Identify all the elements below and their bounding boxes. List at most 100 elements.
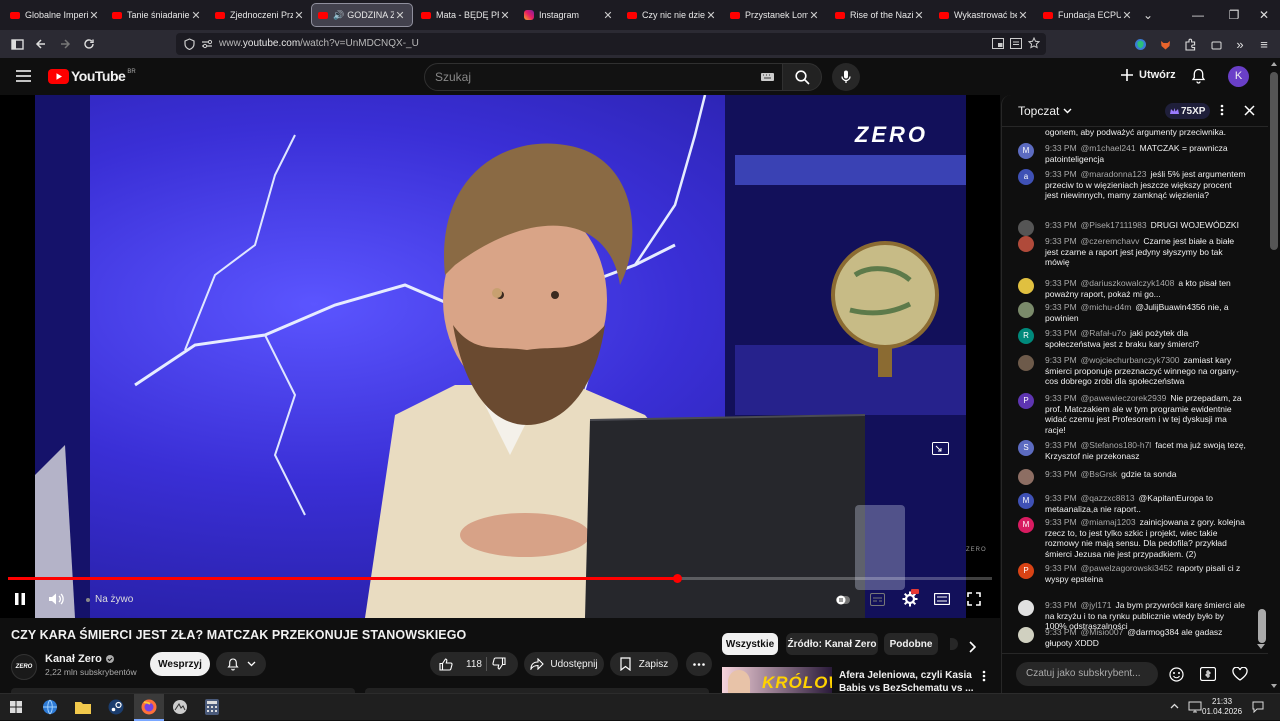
chat-author-avatar[interactable] <box>1018 302 1034 318</box>
chat-message[interactable]: 9:33 PM @Misio007 @darmog384 ale gadasz gł… <box>1018 627 1246 648</box>
chat-message[interactable]: 9:33 PM @wojciechurbanczyk7300 zamiast kar… <box>1018 355 1246 387</box>
bookmark-star-icon[interactable] <box>1028 37 1040 49</box>
progress-track[interactable] <box>8 577 992 580</box>
filter-chip[interactable]: Podobne <box>884 633 938 655</box>
browser-tab[interactable]: Fundacja ECPU Po✕ <box>1037 3 1139 27</box>
chat-author-name[interactable]: @qazzxc8813 <box>1081 493 1135 503</box>
forward-button[interactable] <box>55 34 75 54</box>
scroll-down-arrow-icon[interactable] <box>1271 684 1277 688</box>
chat-author-name[interactable]: @Stefanos180-h7l <box>1081 440 1152 450</box>
chat-author-avatar[interactable] <box>1018 236 1034 252</box>
chat-message[interactable]: 9:33 PM @Pisek17111983 DRUGI WOJEWÓDZKI <box>1018 220 1246 236</box>
chat-author-name[interactable]: @Rafał-u7o <box>1081 328 1126 338</box>
chat-author-name[interactable]: @Misio007 <box>1081 627 1124 637</box>
video-player[interactable]: ZERO ZERO Na żywo <box>0 95 1000 618</box>
browser-tab[interactable]: Zjednoczeni Przec✕ <box>209 3 311 27</box>
picture-in-picture-icon[interactable] <box>992 38 1004 49</box>
close-tab-icon[interactable]: ✕ <box>190 9 202 22</box>
back-button[interactable] <box>31 34 51 54</box>
close-tab-icon[interactable]: ✕ <box>499 9 511 22</box>
chat-author-name[interactable]: @maradonna123 <box>1081 169 1147 179</box>
browser-tab[interactable]: 🔊GODZINA ZER✕ <box>311 3 413 27</box>
chat-author-name[interactable]: @pawewieczorek2939 <box>1081 393 1167 403</box>
extension-counter-icon[interactable] <box>1206 34 1226 54</box>
extensions-puzzle-icon[interactable] <box>1180 34 1200 54</box>
chat-author-avatar[interactable]: S <box>1018 440 1034 456</box>
search-button[interactable] <box>782 63 822 91</box>
volume-button[interactable] <box>48 592 65 606</box>
chat-mode-dropdown[interactable]: Topczat <box>1018 104 1072 118</box>
chat-author-avatar[interactable]: P <box>1018 563 1034 579</box>
extension-fox-icon[interactable] <box>1155 34 1175 54</box>
chat-message[interactable]: S 9:33 PM @Stefanos180-h7l facet ma już swo… <box>1018 440 1246 461</box>
chat-author-avatar[interactable] <box>1018 469 1034 485</box>
steam-icon[interactable] <box>108 699 124 715</box>
chat-message[interactable]: R 9:33 PM @Rafał-u7o jaki pożytek dla społe… <box>1018 328 1246 349</box>
chat-author-name[interactable]: @m1chael241 <box>1081 143 1136 153</box>
shield-icon[interactable] <box>184 38 195 50</box>
settings-gear-icon[interactable] <box>902 589 919 607</box>
chat-author-avatar[interactable] <box>1018 220 1034 236</box>
close-tab-icon[interactable]: ✕ <box>913 9 925 22</box>
browser-tab[interactable]: Czy nic nie dzieje s✕ <box>621 3 723 27</box>
taskbar-clock[interactable]: 21:33 01.04.2026 <box>1202 697 1242 717</box>
chat-author-name[interactable]: @BsGrsk <box>1081 469 1118 479</box>
chat-author-name[interactable]: @pawelzagorowski3452 <box>1081 563 1173 573</box>
chat-message[interactable]: 9:33 PM @michu-d4m @JulijBuawin4356 nie, a… <box>1018 302 1246 323</box>
chat-message[interactable]: M 9:33 PM @qazzxc8813 @KapitanEuropa to met… <box>1018 493 1246 514</box>
network-icon[interactable] <box>1188 701 1202 713</box>
chat-message[interactable]: M 9:33 PM @m1chael241 MATCZAK = prawnicza p… <box>1018 143 1246 164</box>
chat-author-avatar[interactable]: M <box>1018 493 1034 509</box>
chat-author-name[interactable]: @wojciechurbanczyk7300 <box>1081 355 1180 365</box>
fullscreen-icon[interactable] <box>967 592 981 606</box>
guide-menu-icon[interactable] <box>16 70 31 82</box>
share-button[interactable]: Udostępnij <box>524 652 604 676</box>
pause-button[interactable] <box>14 592 26 606</box>
chat-author-avatar[interactable] <box>1018 627 1034 643</box>
recommended-thumbnail[interactable]: KRÓLOWA <box>722 667 832 693</box>
live-indicator[interactable]: Na żywo <box>86 594 133 605</box>
chat-author-avatar[interactable] <box>1018 355 1034 371</box>
firefox-taskbar-button[interactable] <box>134 694 164 721</box>
xp-badge[interactable]: 75XP <box>1165 103 1211 119</box>
chat-scroll-down-icon[interactable] <box>1257 644 1265 649</box>
overflow-chevron-icon[interactable]: » <box>1230 34 1250 54</box>
chat-author-name[interactable]: @czeremchavv <box>1081 236 1140 246</box>
chat-message[interactable]: M 9:33 PM @miamaj1203 zainicjowana z gory. … <box>1018 517 1246 559</box>
autoplay-toggle[interactable] <box>836 594 850 606</box>
windows-start-icon[interactable] <box>10 701 22 713</box>
chat-message[interactable]: P 9:33 PM @pawewieczorek2939 Nie przepadam,… <box>1018 393 1246 435</box>
tab-list-chevron-icon[interactable]: ⌄ <box>1130 0 1166 30</box>
chat-author-name[interactable]: @Pisek17111983 <box>1081 220 1147 230</box>
tray-chevron-up-icon[interactable] <box>1170 703 1179 709</box>
page-scrollbar[interactable] <box>1268 58 1280 693</box>
chat-message[interactable]: 9:33 PM @dariuszkowalczyk1408 a kto pisał … <box>1018 278 1246 299</box>
keyboard-icon[interactable] <box>761 73 774 81</box>
heart-icon[interactable] <box>1232 667 1248 681</box>
close-tab-icon[interactable]: ✕ <box>293 9 305 22</box>
theater-mode-icon[interactable] <box>934 593 950 605</box>
speaker-icon[interactable]: 🔊 <box>333 10 344 21</box>
chat-message[interactable]: 9:33 PM @BsGrsk gdzie ta sonda <box>1018 469 1246 485</box>
chat-more-options-icon[interactable] <box>1220 104 1224 116</box>
globe-app-icon[interactable] <box>42 699 58 715</box>
chat-author-name[interactable]: @miamaj1203 <box>1081 517 1136 527</box>
subtitles-icon[interactable] <box>870 593 885 606</box>
chat-author-avatar[interactable]: P <box>1018 393 1034 409</box>
close-tab-icon[interactable]: ✕ <box>808 9 820 22</box>
close-window-button[interactable]: ✕ <box>1246 0 1280 30</box>
browser-tab[interactable]: Globalne Imperium✕ <box>4 3 106 27</box>
chat-message[interactable]: 9:33 PM @czeremchavv Czarne jest białe a b… <box>1018 236 1246 268</box>
chat-author-avatar[interactable] <box>1018 278 1034 294</box>
browser-tab[interactable]: Mata - BĘDĘ PREZ✕ <box>415 3 517 27</box>
file-explorer-icon[interactable] <box>75 700 91 714</box>
browser-tab[interactable]: Przystanek Lomba✕ <box>724 3 826 27</box>
browser-tab[interactable]: Tanie śniadanie w✕ <box>106 3 208 27</box>
chat-author-avatar[interactable] <box>1018 600 1034 616</box>
extension-shield-icon[interactable] <box>1130 34 1150 54</box>
menu-hamburger-icon[interactable]: ≡ <box>1254 34 1274 54</box>
browser-tab[interactable]: Rise of the Nazis a✕ <box>829 3 931 27</box>
chat-author-avatar[interactable]: a <box>1018 169 1034 185</box>
chat-author-avatar[interactable]: M <box>1018 517 1034 533</box>
filter-chip[interactable]: Źródło: Kanał Zero <box>786 633 878 655</box>
